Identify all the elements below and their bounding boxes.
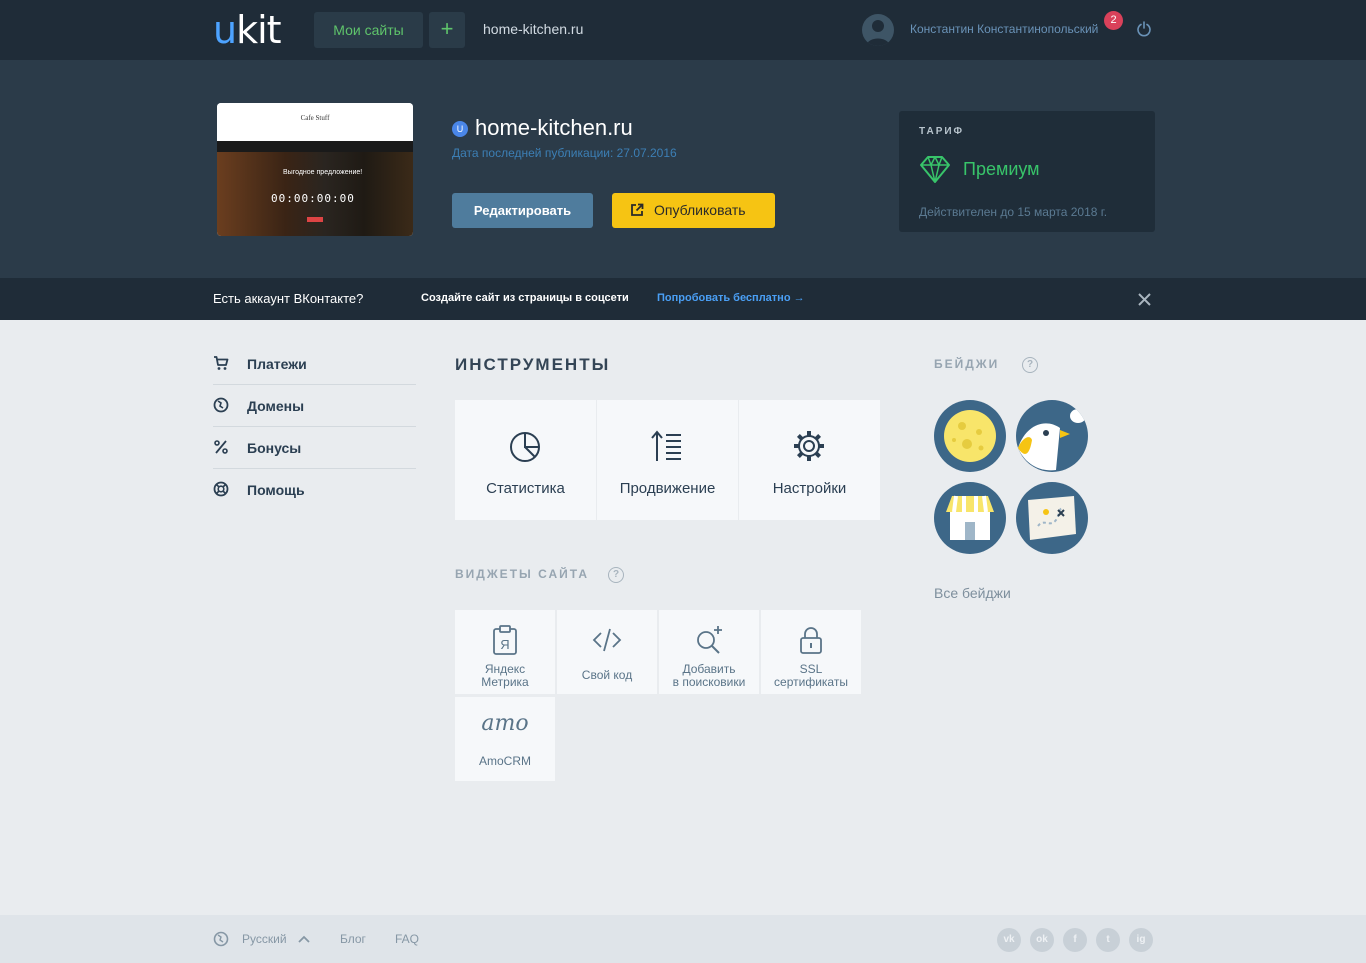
notification-badge[interactable]: 2 (1104, 11, 1123, 30)
globe-icon (213, 397, 229, 413)
preview-cta (307, 217, 323, 222)
logout-power-icon[interactable] (1136, 21, 1152, 37)
chevron-up-icon[interactable] (298, 934, 310, 944)
tool-label: Продвижение (619, 480, 716, 497)
widget-label-line2: Метрика (481, 675, 529, 689)
shop-icon (946, 495, 994, 540)
tool-statistics[interactable]: Статистика (455, 400, 596, 520)
sidebar-item-label: Домены (247, 398, 305, 414)
preview-hero-image: Выгодное предложение! 00:00:00:00 (217, 152, 413, 236)
my-sites-button[interactable]: Мои сайты (314, 12, 423, 48)
moon-icon (944, 410, 996, 462)
vk-create-text: Создайте сайт из страницы в соцсети (421, 292, 629, 304)
external-link-icon (631, 203, 644, 216)
tariff-name: Премиум (963, 159, 1040, 179)
user-name[interactable]: Константин Константинопольский (910, 22, 1098, 36)
badges-heading: БЕЙДЖИ (934, 357, 1000, 371)
site-title[interactable]: home-kitchen.ru (475, 115, 633, 141)
widgets-heading: ВИДЖЕТЫ САЙТА (455, 567, 589, 581)
tools-heading: ИНСТРУМЕНТЫ (455, 355, 611, 374)
bird-icon (1018, 409, 1086, 471)
all-badges-link[interactable]: Все бейджи (934, 585, 1011, 601)
pie-chart-icon (510, 432, 540, 462)
footer: Русский Блог FAQ vk ok f t ig (0, 915, 1366, 963)
vk-promo-bar: Есть аккаунт ВКонтакте? Создайте сайт из… (0, 278, 1366, 320)
preview-countdown: 00:00:00:00 (271, 192, 355, 205)
sidebar-item-help[interactable]: Помощь (213, 469, 416, 511)
diamond-icon (920, 156, 950, 183)
badge-map[interactable] (1016, 482, 1088, 554)
preview-nav-strip (217, 141, 413, 152)
widget-label-line1: Свой код (581, 668, 633, 682)
widget-label-line2: сертификаты (774, 675, 848, 689)
code-icon (592, 628, 622, 652)
lock-icon (800, 627, 822, 654)
instagram-icon[interactable]: ig (1129, 928, 1153, 952)
language-selector[interactable]: Русский (242, 932, 287, 946)
lifebuoy-icon (213, 481, 229, 497)
badge-bird[interactable] (1016, 400, 1088, 472)
gear-icon (794, 431, 824, 461)
widget-custom-code[interactable]: Свой код (557, 610, 657, 694)
close-icon[interactable] (1138, 293, 1151, 306)
ukit-logo[interactable]: ukit (213, 8, 282, 52)
widget-label-line2: в поисковики (672, 675, 746, 689)
globe-icon[interactable] (213, 931, 229, 947)
facebook-icon[interactable]: f (1063, 928, 1087, 952)
user-avatar[interactable] (862, 14, 894, 46)
site-hero-panel: Cafe Stuff Выгодное предложение! 00:00:0… (0, 60, 1366, 278)
publish-button-label: Опубликовать (654, 202, 746, 218)
publish-button[interactable]: Опубликовать (612, 193, 775, 228)
sort-arrow-icon (651, 430, 681, 461)
badge-moon[interactable] (934, 400, 1006, 472)
sidebar-item-payments[interactable]: Платежи (213, 343, 416, 385)
tariff-label: ТАРИФ (919, 126, 965, 137)
tariff-valid-until: Действителен до 15 марта 2018 г. (919, 205, 1108, 219)
search-add-icon (697, 626, 722, 654)
tariff-card[interactable]: ТАРИФ Премиум Действителен до 15 марта 2… (899, 111, 1155, 232)
site-preview-thumbnail[interactable]: Cafe Stuff Выгодное предложение! 00:00:0… (217, 103, 413, 236)
amo-logo: amo (481, 711, 529, 736)
tool-label: Статистика (486, 480, 565, 497)
footer-faq-link[interactable]: FAQ (395, 932, 419, 946)
sidebar-item-label: Бонусы (247, 440, 302, 456)
widget-yandex-metrika[interactable]: Я Яндекс Метрика (455, 610, 555, 694)
user-silhouette-icon (866, 20, 890, 46)
edit-button[interactable]: Редактировать (452, 193, 593, 228)
treasure-map-icon (1028, 496, 1076, 540)
tool-label: Настройки (772, 480, 847, 497)
widget-amocrm[interactable]: amo AmoCRM (455, 697, 555, 781)
current-domain-label: home-kitchen.ru (483, 21, 584, 37)
vk-try-free-link[interactable]: Попробовать бесплатно → (657, 292, 805, 304)
add-site-button[interactable]: + (429, 12, 465, 48)
percent-icon (214, 440, 228, 454)
sidebar-item-label: Помощь (247, 482, 305, 498)
odnoklassniki-icon[interactable]: ok (1030, 928, 1054, 952)
sidebar-item-domains[interactable]: Домены (213, 385, 416, 427)
footer-blog-link[interactable]: Блог (340, 932, 366, 946)
twitter-icon[interactable]: t (1096, 928, 1120, 952)
sidebar-item-label: Платежи (247, 356, 307, 372)
last-published-date: Дата последней публикации: 27.07.2016 (452, 146, 677, 160)
yandex-metrika-icon: Я (493, 625, 517, 655)
tool-settings[interactable]: Настройки (739, 400, 880, 520)
tool-promotion[interactable]: Продвижение (597, 400, 738, 520)
widget-label-line1: AmoCRM (478, 754, 531, 768)
widget-add-search-engines[interactable]: Добавить в поисковики (659, 610, 759, 694)
vk-question: Есть аккаунт ВКонтакте? (213, 291, 364, 306)
sidebar-item-bonuses[interactable]: Бонусы (213, 427, 416, 469)
vk-icon[interactable]: vk (997, 928, 1021, 952)
svg-text:Я: Я (500, 637, 509, 652)
widgets-help-icon[interactable]: ? (608, 567, 624, 583)
cart-icon (214, 356, 229, 370)
badges-help-icon[interactable]: ? (1022, 357, 1038, 373)
preview-offer-text: Выгодное предложение! (283, 169, 363, 176)
ukit-site-icon: U (452, 121, 468, 137)
widget-ssl-certificates[interactable]: SSL сертификаты (761, 610, 861, 694)
badge-shop[interactable] (934, 482, 1006, 554)
preview-site-title: Cafe Stuff (300, 114, 330, 122)
top-navigation-bar: ukit Мои сайты + home-kitchen.ru Констан… (0, 0, 1366, 60)
